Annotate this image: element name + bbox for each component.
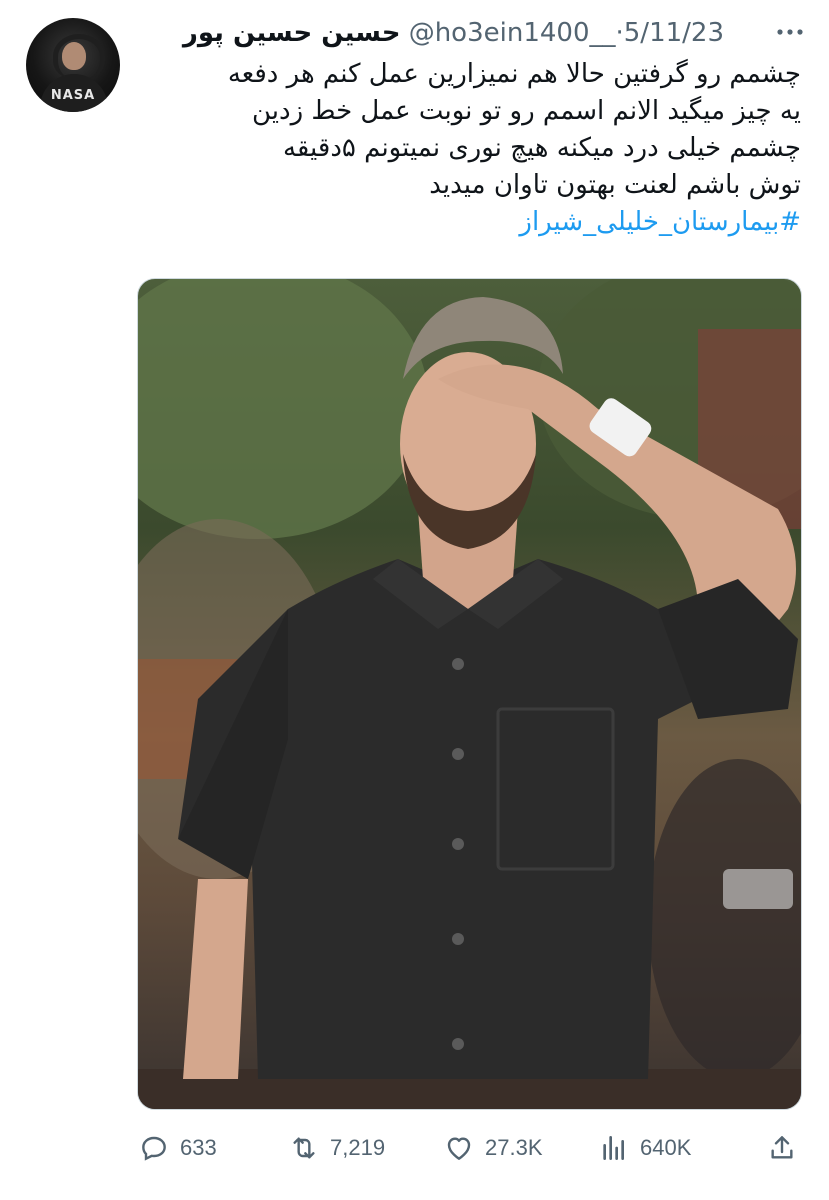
hashtag-link[interactable]: #بیمارستان_خلیلی_شیراز (141, 204, 801, 241)
share-icon (771, 1136, 793, 1159)
more-options-icon[interactable] (775, 22, 805, 42)
tweet-text-line: یه چیز میگید الانم اسمم رو تو نوبت عمل خ… (251, 96, 801, 126)
avatar-head (62, 42, 86, 70)
reply-button[interactable]: 633 (138, 1130, 217, 1166)
display-name[interactable]: حسین حسین پور (183, 18, 401, 48)
views-icon (603, 1136, 624, 1160)
share-button[interactable] (766, 1130, 798, 1166)
views-button[interactable]: 640K (598, 1130, 691, 1166)
retweet-button[interactable]: 7,219 (288, 1130, 385, 1166)
tweet-date[interactable]: 5/11/23 (624, 18, 724, 48)
reply-icon (142, 1136, 166, 1161)
tweet-text: چشمم رو گرفتین حالا هم نمیزارین عمل کنم … (141, 56, 801, 241)
photo-illustration (138, 279, 801, 1109)
heart-icon (447, 1137, 471, 1160)
like-button[interactable]: 27.3K (443, 1130, 543, 1166)
avatar[interactable]: NASA (26, 18, 120, 112)
tweet-text-line: چشمم خیلی درد میکنه هیچ نوری نمیتونم ۵دق… (282, 133, 801, 163)
retweet-count: 7,219 (330, 1135, 386, 1160)
avatar-shirt-text: NASA (50, 88, 96, 103)
tweet-text-line: توش باشم لعنت بهتون تاوان میدید (429, 170, 801, 200)
tweet-photo[interactable] (137, 278, 802, 1110)
reply-count: 633 (180, 1135, 217, 1160)
tweet-header: حسین حسین پور @ho3ein1400__·5/11/23 (183, 16, 724, 50)
separator-dot: · (615, 18, 624, 48)
user-handle[interactable]: @ho3ein1400__ (409, 18, 616, 48)
tweet-text-line: چشمم رو گرفتین حالا هم نمیزارین عمل کنم … (227, 59, 801, 89)
views-count: 640K (640, 1135, 692, 1160)
tweet-actions: 633 7,219 27.3K 640K (0, 1120, 829, 1176)
like-count: 27.3K (485, 1135, 543, 1160)
retweet-icon (293, 1137, 315, 1159)
